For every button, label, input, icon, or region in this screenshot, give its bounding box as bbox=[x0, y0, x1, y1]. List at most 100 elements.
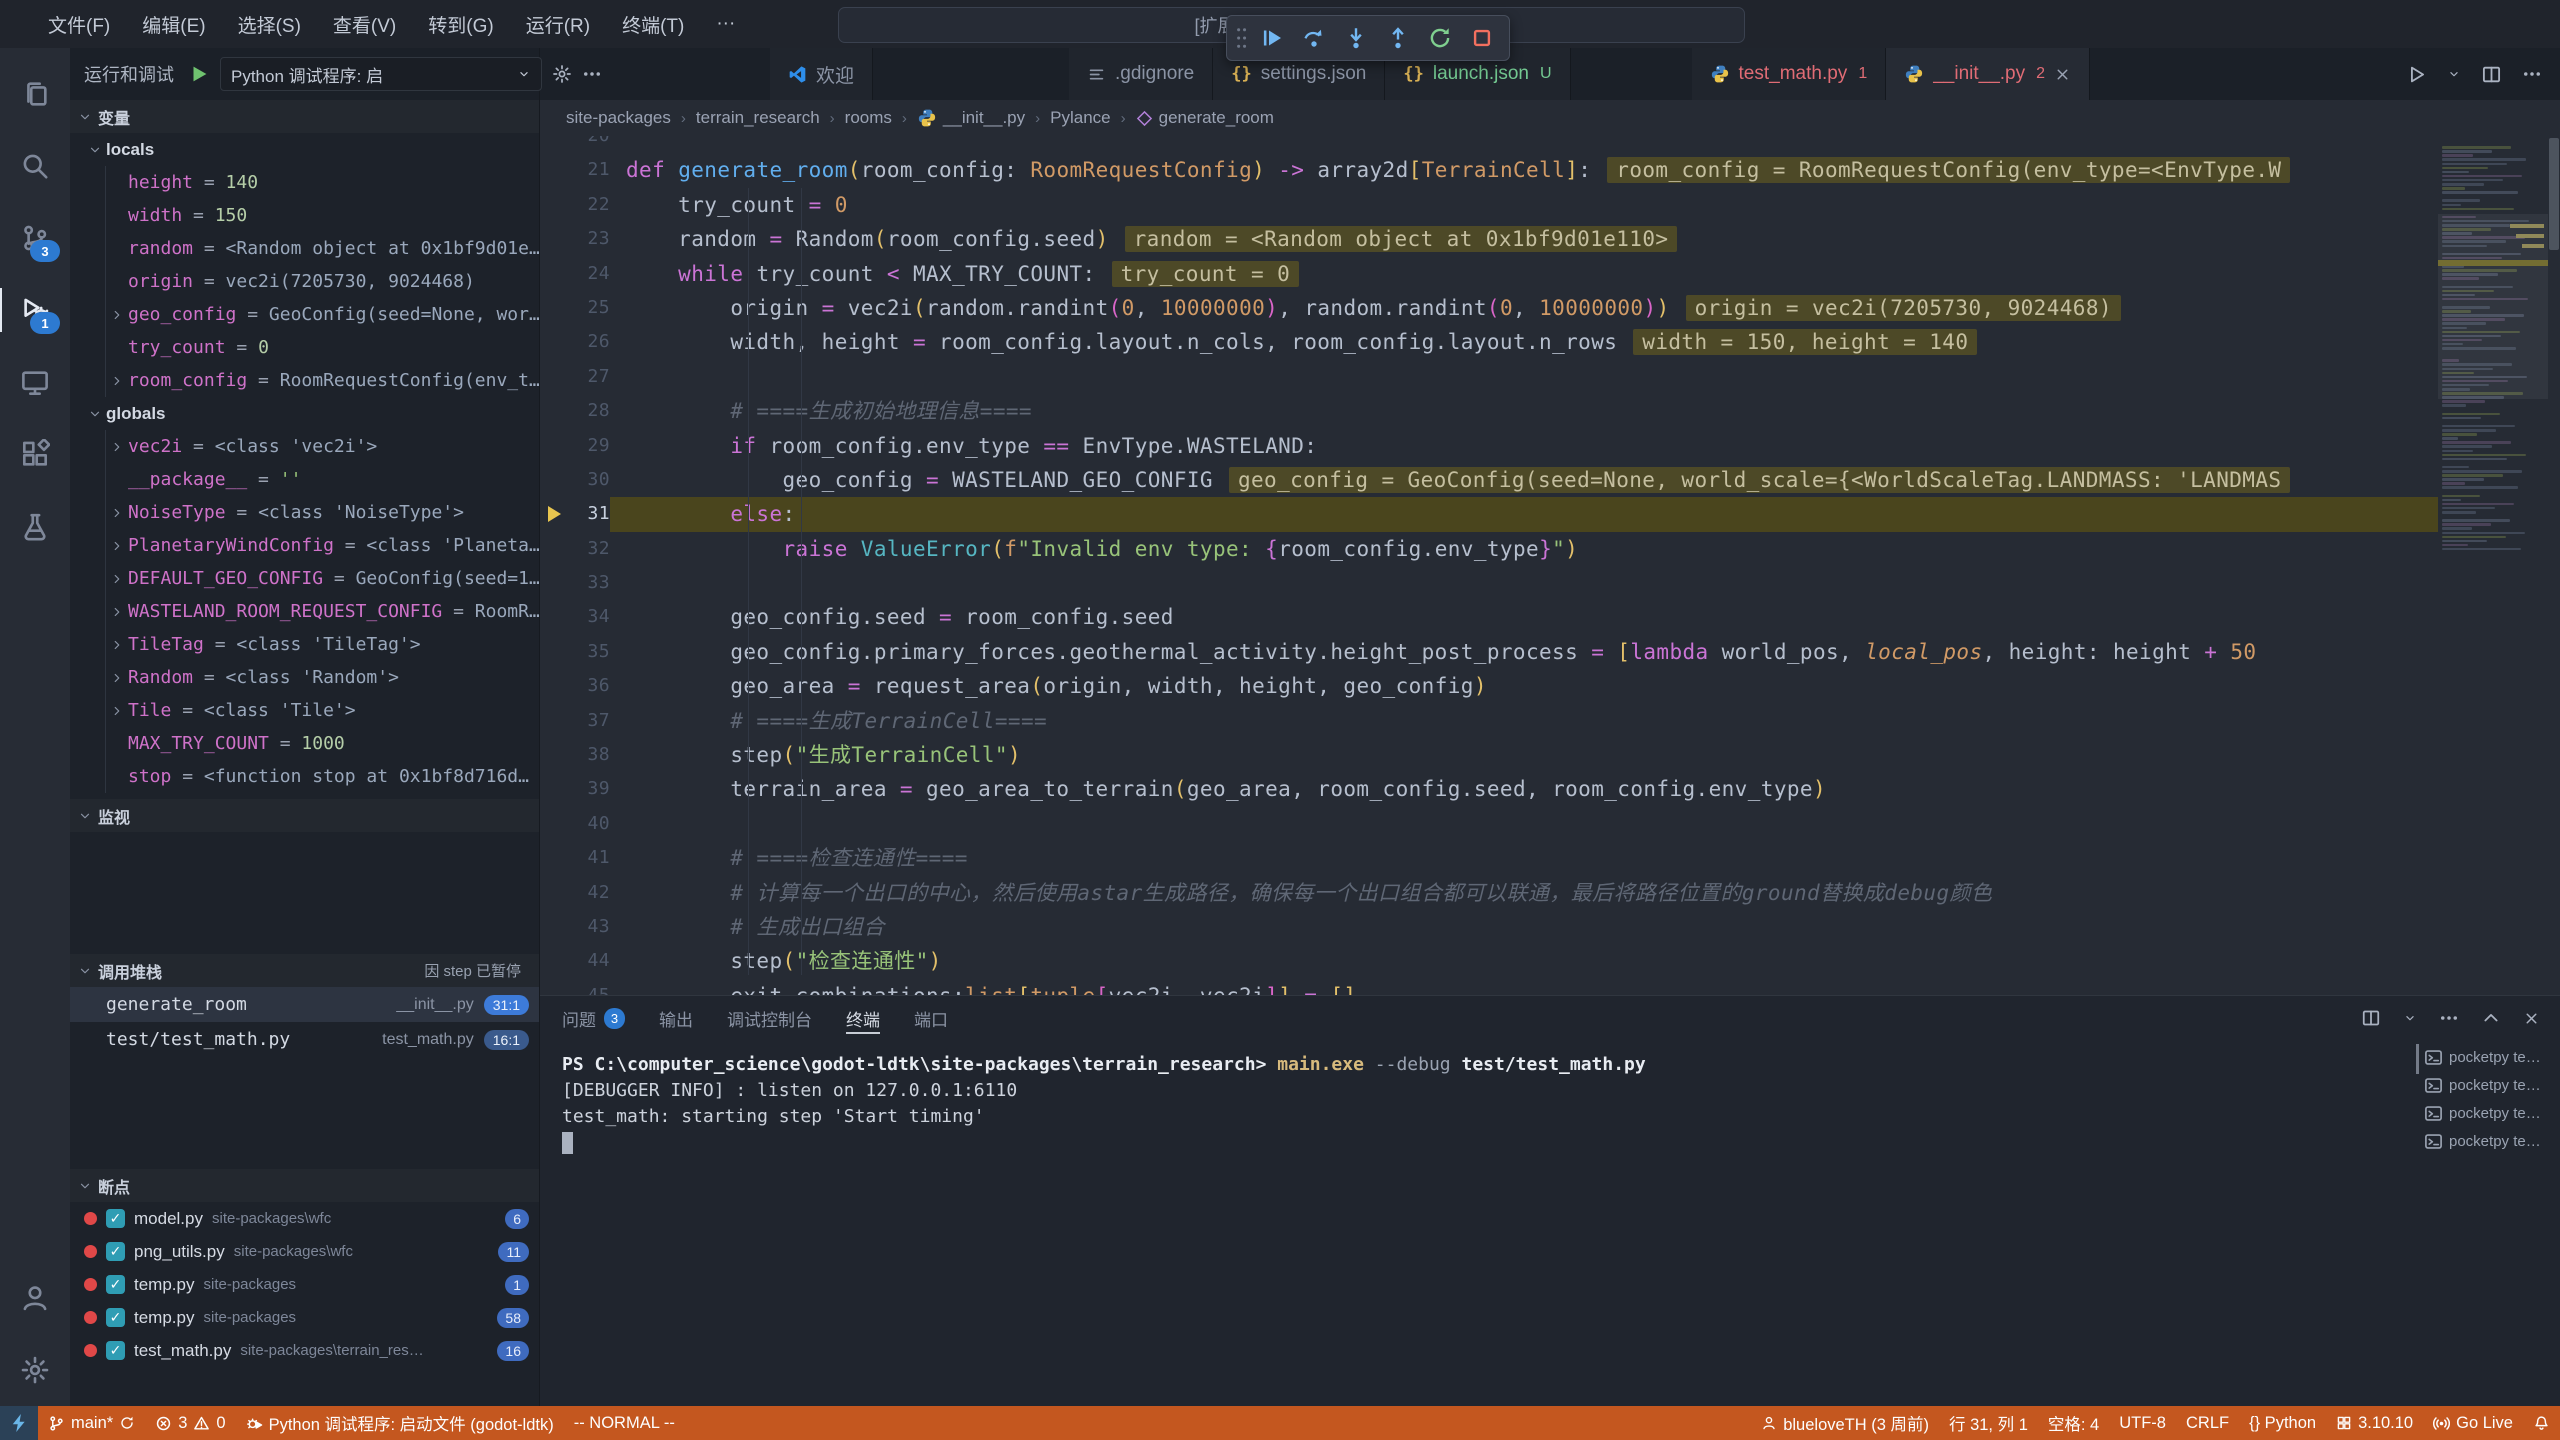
breadcrumb-item[interactable]: __init__.py bbox=[917, 108, 1025, 128]
more-actions-icon[interactable] bbox=[582, 64, 602, 84]
activity-run-and-debug[interactable]: 1 bbox=[0, 274, 70, 346]
variable-row[interactable]: WASTELAND_ROOM_REQUEST_CONFIG = RoomR… bbox=[106, 595, 539, 628]
editor-scrollbar[interactable] bbox=[2548, 136, 2560, 995]
breakpoint-checkbox[interactable]: ✓ bbox=[106, 1308, 125, 1327]
run-dropdown-icon[interactable] bbox=[2447, 67, 2461, 81]
breadcrumb-item[interactable]: generate_room bbox=[1136, 108, 1274, 128]
line-number[interactable]: 45 bbox=[540, 979, 610, 995]
menu-item[interactable]: 选择(S) bbox=[222, 0, 317, 48]
variable-row[interactable]: NoiseType = <class 'NoiseType'> bbox=[106, 496, 539, 529]
terminal-list-item[interactable]: pocketpy te… bbox=[2424, 1128, 2552, 1154]
eol-item[interactable]: CRLF bbox=[2176, 1406, 2239, 1440]
language-item[interactable]: {} Python bbox=[2239, 1406, 2326, 1440]
line-number[interactable]: 31 bbox=[540, 497, 610, 531]
variable-row[interactable]: TileTag = <class 'TileTag'> bbox=[106, 628, 539, 661]
window-minimize-button[interactable] bbox=[2392, 0, 2448, 48]
line-number[interactable]: 39 bbox=[540, 772, 610, 806]
terminal-list-item[interactable]: pocketpy te… bbox=[2424, 1100, 2552, 1126]
variable-row[interactable]: stop = <function stop at 0x1bf8d716d… bbox=[106, 760, 539, 793]
restart-button[interactable] bbox=[1419, 19, 1461, 57]
step-over-button[interactable] bbox=[1293, 19, 1335, 57]
variable-row[interactable]: width = 150 bbox=[106, 199, 539, 232]
debug-config-item[interactable]: Python 调试程序: 启动文件 (godot-ldtk) bbox=[236, 1406, 564, 1440]
close-icon[interactable] bbox=[2054, 66, 2071, 83]
line-number[interactable]: 36 bbox=[540, 669, 610, 703]
variables-section-header[interactable]: 变量 bbox=[70, 100, 539, 133]
stack-frame[interactable]: generate_room__init__.py31:1 bbox=[70, 987, 539, 1022]
menu-item[interactable]: ··· bbox=[700, 0, 751, 48]
breadcrumb-item[interactable]: rooms bbox=[845, 108, 892, 128]
cursor-position-item[interactable]: 行 31, 列 1 bbox=[1939, 1406, 2038, 1440]
line-number[interactable]: 38 bbox=[540, 738, 610, 772]
variable-row[interactable]: DEFAULT_GEO_CONFIG = GeoConfig(seed=1… bbox=[106, 562, 539, 595]
activity-accounts[interactable] bbox=[0, 1262, 70, 1334]
menu-item[interactable]: 编辑(E) bbox=[126, 0, 221, 48]
line-number[interactable]: 24 bbox=[540, 257, 610, 291]
drag-handle-icon[interactable] bbox=[1235, 25, 1247, 51]
tab-__init__.py[interactable]: __init__.py2 bbox=[1886, 48, 2090, 100]
stack-frame[interactable]: test/test_math.pytest_math.py16:1 bbox=[70, 1022, 539, 1057]
code-editor[interactable]: 2021def generate_room(room_config: RoomR… bbox=[540, 136, 2560, 995]
tab-test_math.py[interactable]: test_math.py1 bbox=[1692, 48, 1887, 100]
line-number[interactable]: 41 bbox=[540, 841, 610, 875]
notifications-item[interactable] bbox=[2523, 1406, 2560, 1440]
breakpoint-row[interactable]: ✓model.pysite-packages\wfc6 bbox=[70, 1202, 539, 1235]
line-number[interactable]: 28 bbox=[540, 394, 610, 428]
panel-tab-问题[interactable]: 问题3 bbox=[562, 996, 625, 1040]
callstack-section-header[interactable]: 调用堆栈因 step 已暂停 bbox=[70, 954, 539, 987]
variable-row[interactable]: PlanetaryWindConfig = <class 'Planeta… bbox=[106, 529, 539, 562]
breakpoint-row[interactable]: ✓temp.pysite-packages1 bbox=[70, 1268, 539, 1301]
menu-item[interactable]: 转到(G) bbox=[412, 0, 509, 48]
split-terminal-button[interactable] bbox=[2361, 1008, 2381, 1028]
line-number[interactable]: 33 bbox=[540, 566, 610, 600]
terminal-list-item[interactable]: pocketpy te… bbox=[2424, 1072, 2552, 1098]
menu-item[interactable]: 文件(F) bbox=[32, 0, 126, 48]
breakpoint-row[interactable]: ✓png_utils.pysite-packages\wfc11 bbox=[70, 1235, 539, 1268]
terminal-dropdown-icon[interactable] bbox=[2403, 1011, 2417, 1025]
step-into-button[interactable] bbox=[1335, 19, 1377, 57]
python-version-item[interactable]: 3.10.10 bbox=[2326, 1406, 2423, 1440]
branch-item[interactable]: main* bbox=[38, 1406, 145, 1440]
close-panel-button[interactable] bbox=[2523, 1010, 2540, 1027]
run-python-file-button[interactable] bbox=[2406, 64, 2427, 85]
terminal[interactable]: PS C:\computer_science\godot-ldtk\site-p… bbox=[540, 1040, 2560, 1406]
line-number[interactable]: 23 bbox=[540, 222, 610, 256]
remote-indicator[interactable] bbox=[0, 1406, 38, 1440]
variable-row[interactable]: Random = <class 'Random'> bbox=[106, 661, 539, 694]
line-number[interactable]: 37 bbox=[540, 704, 610, 738]
problems-item[interactable]: 30 bbox=[145, 1406, 235, 1440]
line-number[interactable]: 32 bbox=[540, 532, 610, 566]
stop-button[interactable] bbox=[1461, 19, 1503, 57]
git-author-item[interactable]: blueloveTH (3 周前) bbox=[1751, 1406, 1939, 1440]
breakpoint-checkbox[interactable]: ✓ bbox=[106, 1209, 125, 1228]
variable-group[interactable]: locals bbox=[70, 133, 539, 166]
breakpoint-checkbox[interactable]: ✓ bbox=[106, 1242, 125, 1261]
line-number[interactable]: 35 bbox=[540, 635, 610, 669]
line-number[interactable]: 40 bbox=[540, 807, 610, 841]
watch-section-header[interactable]: 监视 bbox=[70, 799, 539, 832]
step-out-button[interactable] bbox=[1377, 19, 1419, 57]
toggle-panel-icon[interactable] bbox=[2300, 0, 2346, 48]
variable-row[interactable]: MAX_TRY_COUNT = 1000 bbox=[106, 727, 539, 760]
indentation-item[interactable]: 空格: 4 bbox=[2038, 1406, 2109, 1440]
menu-item[interactable]: 终端(T) bbox=[606, 0, 700, 48]
variable-row[interactable]: geo_config = GeoConfig(seed=None, wor… bbox=[106, 298, 539, 331]
variable-row[interactable]: height = 140 bbox=[106, 166, 539, 199]
menu-item[interactable]: 运行(R) bbox=[510, 0, 606, 48]
line-number[interactable]: 42 bbox=[540, 876, 610, 910]
panel-more-actions-icon[interactable] bbox=[2439, 1008, 2459, 1028]
minimap[interactable] bbox=[2438, 136, 2548, 995]
activity-explorer[interactable] bbox=[0, 58, 70, 130]
more-actions-icon[interactable] bbox=[2522, 64, 2542, 84]
start-debug-button[interactable] bbox=[188, 63, 210, 85]
line-number[interactable]: 21 bbox=[540, 153, 610, 187]
activity-search[interactable] bbox=[0, 130, 70, 202]
activity-testing[interactable] bbox=[0, 490, 70, 562]
line-number[interactable]: 20 bbox=[540, 136, 610, 153]
variable-group[interactable]: globals bbox=[70, 397, 539, 430]
breadcrumb-item[interactable]: terrain_research bbox=[696, 108, 820, 128]
window-close-button[interactable] bbox=[2504, 0, 2560, 48]
panel-tab-调试控制台[interactable]: 调试控制台 bbox=[727, 996, 812, 1040]
go-live-item[interactable]: Go Live bbox=[2423, 1406, 2523, 1440]
encoding-item[interactable]: UTF-8 bbox=[2109, 1406, 2176, 1440]
